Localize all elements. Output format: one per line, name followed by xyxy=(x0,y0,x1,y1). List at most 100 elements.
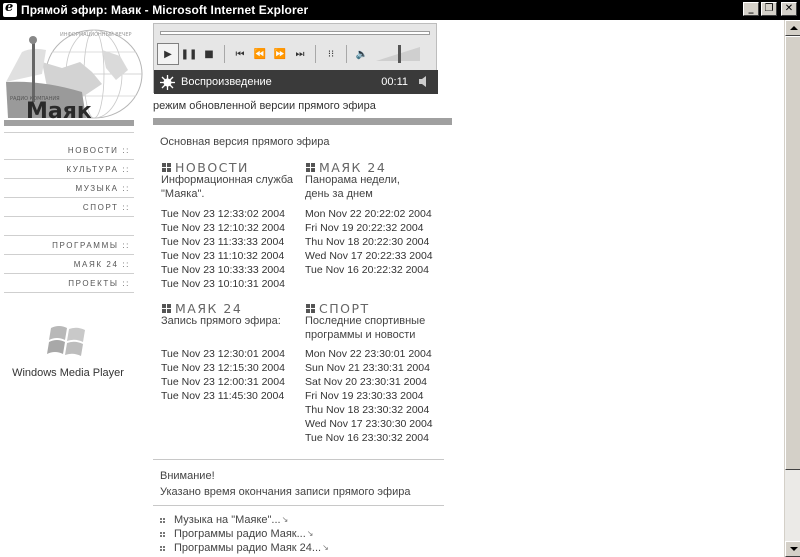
nav-item-programs[interactable]: ПРОГРАММЫ :: xyxy=(4,236,134,255)
play-button[interactable]: ▶ xyxy=(157,43,179,65)
subtitle-line: Панорама недели, xyxy=(305,174,400,186)
archive-link[interactable]: Tue Nov 23 10:33:33 2004 xyxy=(161,263,285,277)
wmp-label: Windows Media Player xyxy=(12,367,124,379)
link-mayak24-programs[interactable]: Программы радио Маяк 24... ↘ xyxy=(160,541,329,555)
archive-link[interactable]: Tue Nov 16 20:22:32 2004 xyxy=(305,263,433,277)
section-mayak24-record-dates: Tue Nov 23 12:30:01 2004 Tue Nov 23 12:1… xyxy=(161,347,285,403)
player-status-text: Воспроизведение xyxy=(181,76,272,88)
previous-button[interactable]: ⏮ xyxy=(230,43,250,65)
mute-button[interactable]: 🔈 xyxy=(352,43,372,65)
notice-block: Внимание! Указано время окончания записи… xyxy=(160,468,410,500)
archive-link[interactable]: Tue Nov 23 12:10:32 2004 xyxy=(161,221,285,235)
arrow-up-icon xyxy=(790,26,798,30)
subtitle-line: день за днем xyxy=(305,188,373,200)
windows-flag-icon xyxy=(47,326,85,356)
stop-button[interactable]: ■ xyxy=(199,43,219,65)
rewind-button[interactable]: ⏪ xyxy=(250,43,270,65)
archive-link[interactable]: Sun Nov 21 23:30:31 2004 xyxy=(305,361,433,375)
archive-link[interactable]: Fri Nov 19 20:22:32 2004 xyxy=(305,221,433,235)
volume-slider[interactable] xyxy=(376,45,420,63)
grid-bullet-icon xyxy=(162,304,171,313)
scroll-up-button[interactable] xyxy=(785,20,800,36)
minimize-button[interactable]: _ xyxy=(743,2,759,16)
grid-bullet-icon xyxy=(162,163,171,172)
controls-separator xyxy=(346,45,347,63)
archive-link[interactable]: Tue Nov 23 10:10:31 2004 xyxy=(161,277,285,291)
archive-link[interactable]: Tue Nov 23 11:45:30 2004 xyxy=(161,389,285,403)
volume-knob[interactable] xyxy=(398,45,401,63)
subtitle-line: Запись прямого эфира: xyxy=(161,315,281,327)
scroll-thumb[interactable] xyxy=(785,36,800,470)
player-controls: ▶ ❚❚ ■ ⏮ ⏪ ⏩ ⏭ ⁝⁝ 🔈 xyxy=(154,40,438,68)
stream-mode-caption[interactable]: режим обновленной версии прямого эфира xyxy=(153,100,376,112)
link-mayak-programs[interactable]: Программы радио Маяк... ↘ xyxy=(160,527,329,541)
archive-link[interactable]: Sat Nov 20 23:30:31 2004 xyxy=(305,375,433,389)
link-label[interactable]: Программы радио Маяк 24... xyxy=(174,541,321,555)
grid-bullet-icon xyxy=(160,517,165,523)
archive-link[interactable]: Tue Nov 23 12:33:02 2004 xyxy=(161,207,285,221)
equalizer-button[interactable]: ⁝⁝ xyxy=(321,43,341,65)
archive-link[interactable]: Fri Nov 19 23:30:33 2004 xyxy=(305,389,433,403)
archive-link[interactable]: Thu Nov 18 23:30:32 2004 xyxy=(305,403,433,417)
section-news-subtitle: Информационная служба "Маяка". xyxy=(161,173,293,201)
internet-explorer-icon xyxy=(3,0,17,17)
playing-status-icon xyxy=(160,74,175,90)
fast-forward-button[interactable]: ⏩ xyxy=(270,43,290,65)
archive-link[interactable]: Mon Nov 22 23:30:01 2004 xyxy=(305,347,433,361)
window-title: Прямой эфир: Маяк - Microsoft Internet E… xyxy=(21,3,309,17)
content-divider xyxy=(153,459,444,460)
section-mayak24-record-subtitle: Запись прямого эфира: xyxy=(161,314,281,328)
pause-button[interactable]: ❚❚ xyxy=(179,43,199,65)
archive-link[interactable]: Wed Nov 17 23:30:30 2004 xyxy=(305,417,433,431)
nav-item-music[interactable]: МУЗЫКА :: xyxy=(4,179,134,198)
media-player: ▶ ❚❚ ■ ⏮ ⏪ ⏩ ⏭ ⁝⁝ 🔈 Воспроизведение 00:1… xyxy=(153,23,438,94)
archive-link[interactable]: Thu Nov 18 20:22:30 2004 xyxy=(305,235,433,249)
nav-item-news[interactable]: НОВОСТИ :: xyxy=(4,141,134,160)
content-divider xyxy=(153,505,444,506)
section-sport-dates: Mon Nov 22 23:30:01 2004 Sun Nov 21 23:3… xyxy=(305,347,433,445)
main-version-title: Основная версия прямого эфира xyxy=(160,136,330,148)
restore-button[interactable]: ❐ xyxy=(761,2,777,16)
arrow-icon: ↘ xyxy=(306,529,314,538)
logo-brand-text: Маяк xyxy=(26,99,92,122)
archive-link[interactable]: Tue Nov 16 23:30:32 2004 xyxy=(305,431,433,445)
link-label[interactable]: Музыка на "Маяке"... xyxy=(174,513,281,527)
header-divider-bar xyxy=(153,118,452,125)
notice-text: Указано время окончания записи прямого э… xyxy=(160,486,411,498)
arrow-icon: ↘ xyxy=(322,543,329,552)
archive-link[interactable]: Tue Nov 23 12:00:31 2004 xyxy=(161,375,285,389)
close-button[interactable]: ✕ xyxy=(781,2,797,16)
grid-bullet-icon xyxy=(306,304,315,313)
grid-bullet-icon xyxy=(306,163,315,172)
archive-link[interactable]: Tue Nov 23 12:15:30 2004 xyxy=(161,361,285,375)
section-mayak24-panorama-subtitle: Панорама недели, день за днем xyxy=(305,173,400,201)
windows-media-player-link[interactable]: Windows Media Player xyxy=(8,320,128,379)
subtitle-line: программы и новости xyxy=(305,329,416,341)
archive-link[interactable]: Wed Nov 17 20:22:33 2004 xyxy=(305,249,433,263)
grid-bullet-icon xyxy=(160,531,165,537)
arrow-icon: ↘ xyxy=(281,515,289,524)
nav-item-mayak24[interactable]: МАЯК 24 :: xyxy=(4,255,134,274)
archive-link[interactable]: Tue Nov 23 12:30:01 2004 xyxy=(161,347,285,361)
nav-item-culture[interactable]: КУЛЬТУРА :: xyxy=(4,160,134,179)
archive-link[interactable]: Tue Nov 23 11:33:33 2004 xyxy=(161,235,285,249)
arrow-down-icon xyxy=(790,547,798,551)
nav-item-sport[interactable]: СПОРТ :: xyxy=(4,198,134,217)
logo-arc-text: ИНФОРМАЦИОННЫЙ ВЕЧЕР xyxy=(60,31,132,38)
next-button[interactable]: ⏭ xyxy=(290,43,310,65)
scroll-down-button[interactable] xyxy=(785,541,800,557)
link-music-on-mayak[interactable]: Музыка на "Маяке"... ↘ xyxy=(160,513,329,527)
link-label[interactable]: Программы радио Маяк... xyxy=(174,527,306,541)
section-sport-subtitle: Последние спортивные программы и новости xyxy=(305,314,425,342)
subtitle-line: Последние спортивные xyxy=(305,315,426,327)
speaker-icon[interactable] xyxy=(418,75,430,88)
nav-top-bar xyxy=(4,120,134,126)
archive-link[interactable]: Mon Nov 22 20:22:02 2004 xyxy=(305,207,433,221)
nav-item-projects[interactable]: ПРОЕКТЫ :: xyxy=(4,274,134,293)
controls-separator xyxy=(315,45,316,63)
seek-bar[interactable] xyxy=(160,31,430,35)
vertical-scrollbar[interactable] xyxy=(784,20,800,557)
mayak-logo[interactable]: Маяк РАДИО КОМПАНИЯ ИНФОРМАЦИОННЫЙ ВЕЧЕР xyxy=(2,22,152,122)
archive-link[interactable]: Tue Nov 23 11:10:32 2004 xyxy=(161,249,285,263)
subtitle-line: Информационная служба xyxy=(161,174,293,186)
